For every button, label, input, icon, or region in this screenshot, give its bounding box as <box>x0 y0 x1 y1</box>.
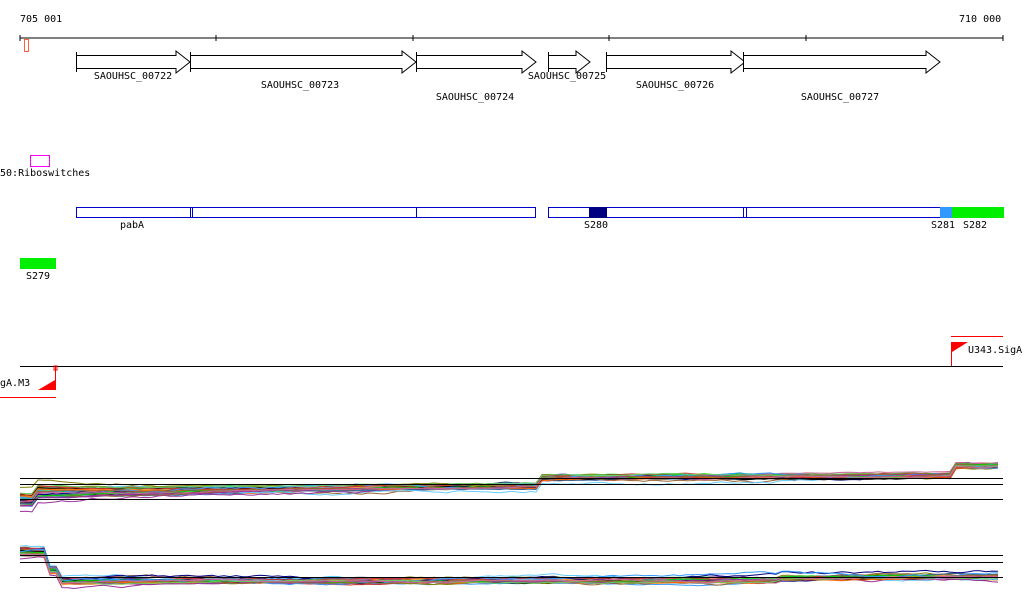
riboswitch-track: g50:Riboswitches <box>0 155 90 179</box>
gene-arrow[interactable] <box>606 49 746 75</box>
gene-arrow[interactable] <box>190 49 417 75</box>
expression-panel-2 <box>19 545 1003 590</box>
promoter-right-label[interactable]: U343.SigA <box>968 345 1022 356</box>
expression-trace <box>19 547 999 581</box>
axis-end-label: 710 000 <box>959 14 1001 25</box>
gene-label: SAOUHSC_00726 <box>636 80 714 91</box>
gene-track: SAOUHSC_00722 SAOUHSC_00723 SAOUHSC_00724 S… <box>76 49 941 103</box>
segment-S281[interactable] <box>940 207 952 218</box>
label-pabA: pabA <box>120 220 144 231</box>
operon-S280-S282[interactable] <box>548 207 1003 218</box>
segment-S280[interactable] <box>589 207 607 218</box>
gene-label: SAOUHSC_00724 <box>436 92 514 103</box>
promoter-flag-icon <box>38 380 55 390</box>
axis-start-label: 705 001 <box>20 14 62 25</box>
promoter-flag-icon <box>952 342 968 352</box>
label-S279: S279 <box>26 271 50 282</box>
segment-S282[interactable] <box>952 207 1004 218</box>
gene-arrow[interactable] <box>548 49 591 75</box>
gene-arrow[interactable] <box>416 49 537 75</box>
label-S281: S281 <box>931 220 955 231</box>
gene-label: SAOUHSC_00725 <box>528 71 606 82</box>
label-S280: S280 <box>584 220 608 231</box>
gene-arrow[interactable] <box>743 49 941 75</box>
small-feature-marker[interactable] <box>24 39 29 52</box>
expression-panel-1 <box>19 461 1003 513</box>
riboswitch-label: g50:Riboswitches <box>0 168 90 179</box>
operon-track <box>20 207 1004 269</box>
promoter-left-label[interactable]: igA.M3 <box>0 378 30 389</box>
segment-S279[interactable] <box>20 258 56 269</box>
label-S282: S282 <box>963 220 987 231</box>
operon-pabA[interactable] <box>76 207 536 218</box>
riboswitch-feature[interactable] <box>30 155 50 167</box>
coordinate-axis: 705 001 710 000 <box>19 14 1004 52</box>
genome-browser: 705 001 710 000 SAOUHSC_00722SAOUHSC_007… <box>0 14 1022 590</box>
gene-label: SAOUHSC_00722 <box>94 71 172 82</box>
gene-arrow[interactable] <box>76 49 191 75</box>
gene-label: SAOUHSC_00727 <box>801 92 879 103</box>
gene-label: SAOUHSC_00723 <box>261 80 339 91</box>
promoter-track: U343.SigA igA.M3 <box>0 336 1022 398</box>
